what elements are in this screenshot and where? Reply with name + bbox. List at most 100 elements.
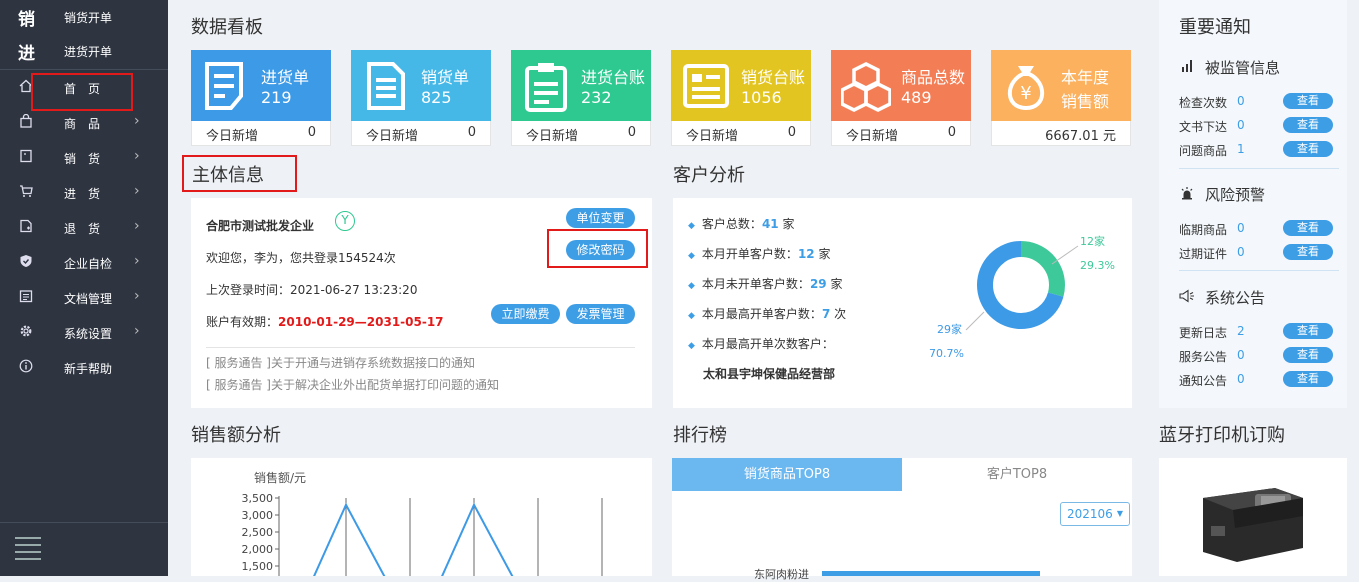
view-button[interactable]: 查看 bbox=[1283, 244, 1333, 260]
change-unit-button[interactable]: 单位变更 bbox=[566, 208, 635, 228]
sidebar-item-label: 销 货 bbox=[64, 152, 101, 166]
notice-section-header: 风险预警 bbox=[1179, 184, 1265, 205]
sidebar-item-self-check[interactable]: 企业自检 › bbox=[0, 245, 168, 280]
invoice-management-button[interactable]: 发票管理 bbox=[566, 304, 635, 324]
stat-card-footer-value: 0 bbox=[947, 125, 956, 140]
verified-badge: Y bbox=[335, 211, 355, 231]
notice-row: 更新日志 2 查看 bbox=[1179, 321, 1339, 341]
notice-row-count: 0 bbox=[1237, 372, 1245, 386]
stat-card-value: 219 bbox=[261, 88, 292, 107]
customer-stat-row: ◆ 客户总数：41 家 bbox=[688, 217, 795, 231]
notice-row-label: 检查次数 bbox=[1179, 96, 1228, 110]
notice-row-count: 0 bbox=[1237, 221, 1245, 235]
notice-divider bbox=[1179, 168, 1339, 169]
sales-chart-card: 销售额/元 3,500 3,000 2,500 2,000 1,500 bbox=[191, 458, 652, 576]
stat-card[interactable]: ¥ 本年度 销售额 6667.01 元 bbox=[991, 50, 1131, 146]
stat-card-value: 1056 bbox=[741, 88, 782, 107]
view-button[interactable]: 查看 bbox=[1283, 323, 1333, 339]
donut-leader-line bbox=[1051, 245, 1079, 265]
sidebar-item-purchase[interactable]: 进 货 › bbox=[0, 175, 168, 210]
stat-card-header: 进货台账 232 bbox=[511, 50, 651, 121]
highlight-box-home bbox=[31, 73, 133, 111]
bullet-icon: ◆ bbox=[688, 221, 695, 231]
stat-card-label: 本年度 bbox=[1061, 68, 1110, 87]
donut-slice-percent: 70.7% bbox=[929, 347, 964, 360]
ranking-bar bbox=[822, 571, 1040, 576]
sidebar-item-documents[interactable]: 文档管理 › bbox=[0, 280, 168, 315]
y-tick-label: 3,000 bbox=[242, 509, 274, 522]
top-customer-name: 太和县宇坤保健品经营部 bbox=[703, 367, 836, 381]
purchase-order-icon bbox=[201, 60, 251, 112]
printer-card[interactable] bbox=[1159, 458, 1347, 576]
stat-card-label: 进货单 bbox=[261, 68, 310, 87]
notice-section-title: 风险预警 bbox=[1205, 186, 1266, 204]
service-notice-link[interactable]: [ 服务通告 ]关于开通与进销存系统数据接口的通知 bbox=[206, 354, 475, 371]
y-tick-label: 3,500 bbox=[242, 492, 274, 505]
sidebar-item-help[interactable]: 新手帮助 bbox=[0, 350, 168, 385]
stat-card-header: 进货单 219 bbox=[191, 50, 331, 121]
notice-row: 检查次数 0 查看 bbox=[1179, 91, 1339, 111]
stat-card[interactable]: 销货台账 1056 今日新增 0 bbox=[671, 50, 811, 146]
sidebar-item-sales[interactable]: 销 货 › bbox=[0, 140, 168, 175]
chevron-right-icon: › bbox=[134, 218, 140, 234]
ledger-icon bbox=[681, 60, 731, 112]
stat-card-header: 销货单 825 bbox=[351, 50, 491, 121]
stat-card-label: 销货台账 bbox=[741, 68, 806, 87]
dropdown-caret-icon: ▼ bbox=[1116, 509, 1123, 518]
shield-icon bbox=[19, 254, 33, 268]
stat-card-value: 489 bbox=[901, 88, 932, 107]
last-login-text: 上次登录时间：2021-06-27 13:23:20 bbox=[206, 283, 418, 297]
dashboard-title: 数据看板 bbox=[191, 17, 263, 38]
donut-slice-percent: 29.3% bbox=[1080, 259, 1115, 272]
speaker-icon bbox=[1179, 289, 1195, 307]
notice-row-count: 0 bbox=[1237, 348, 1245, 362]
view-button[interactable]: 查看 bbox=[1283, 141, 1333, 157]
month-select[interactable]: 202106 ▼ bbox=[1060, 502, 1130, 526]
view-button[interactable]: 查看 bbox=[1283, 371, 1333, 387]
tab-sales-top8[interactable]: 销货商品TOP8 bbox=[672, 458, 902, 491]
notice-section-title: 系统公告 bbox=[1205, 289, 1266, 307]
stat-card-label: 商品总数 bbox=[901, 68, 966, 87]
stat-card-header: ¥ 本年度 销售额 bbox=[991, 50, 1131, 121]
printer-image bbox=[1203, 488, 1303, 562]
y-tick-label: 2,500 bbox=[242, 526, 274, 539]
stat-card-value: 销售额 bbox=[1061, 92, 1110, 111]
customer-stat-row: ◆ 本月最高开单客户数：7 次 bbox=[688, 307, 847, 321]
quick-sales-order[interactable]: 销 销货开单 bbox=[0, 0, 168, 34]
stat-card-header: 销货台账 1056 bbox=[671, 50, 811, 121]
customer-donut-chart: 12家 29.3% 29家 70.7% bbox=[929, 234, 1115, 360]
notice-row: 服务公告 0 查看 bbox=[1179, 345, 1339, 365]
quick-purchase-order[interactable]: 进 进货开单 bbox=[0, 34, 168, 68]
stat-card-label: 进货台账 bbox=[581, 68, 646, 87]
stat-card[interactable]: 进货单 219 今日新增 0 bbox=[191, 50, 331, 146]
chevron-right-icon: › bbox=[134, 183, 140, 199]
stat-card-footer-value: 0 bbox=[307, 125, 316, 140]
notice-section-header: 被监管信息 bbox=[1179, 57, 1280, 78]
return-doc-icon bbox=[19, 219, 33, 233]
service-notice-link[interactable]: [ 服务通告 ]关于解决企业外出配货单据打印问题的通知 bbox=[206, 376, 499, 393]
view-button[interactable]: 查看 bbox=[1283, 347, 1333, 363]
sidebar-item-returns[interactable]: 退 货 › bbox=[0, 210, 168, 245]
sales-order-icon bbox=[361, 60, 411, 112]
sales-analysis-title: 销售额分析 bbox=[191, 425, 281, 446]
stat-card[interactable]: 进货台账 232 今日新增 0 bbox=[511, 50, 651, 146]
notice-row-label: 服务公告 bbox=[1179, 350, 1228, 364]
chevron-right-icon: › bbox=[134, 148, 140, 164]
quick-sales-label: 销货开单 bbox=[64, 10, 113, 25]
view-button[interactable]: 查看 bbox=[1283, 93, 1333, 109]
stat-card[interactable]: 商品总数 489 今日新增 0 bbox=[831, 50, 971, 146]
bullet-icon: ◆ bbox=[688, 281, 695, 291]
quick-purchase-icon: 进 bbox=[18, 43, 35, 64]
menu-icon[interactable] bbox=[15, 537, 41, 565]
view-button[interactable]: 查看 bbox=[1283, 220, 1333, 236]
sidebar-item-settings[interactable]: 系统设置 › bbox=[0, 315, 168, 350]
tab-customer-top8[interactable]: 客户TOP8 bbox=[902, 458, 1132, 491]
notice-section-title: 被监管信息 bbox=[1205, 59, 1281, 77]
pay-now-button[interactable]: 立即缴费 bbox=[491, 304, 560, 324]
bullet-icon: ◆ bbox=[688, 341, 695, 351]
view-button[interactable]: 查看 bbox=[1283, 117, 1333, 133]
notice-row: 通知公告 0 查看 bbox=[1179, 369, 1339, 389]
ranking-title: 排行榜 bbox=[673, 425, 727, 446]
stat-card[interactable]: 销货单 825 今日新增 0 bbox=[351, 50, 491, 146]
divider bbox=[206, 347, 635, 348]
